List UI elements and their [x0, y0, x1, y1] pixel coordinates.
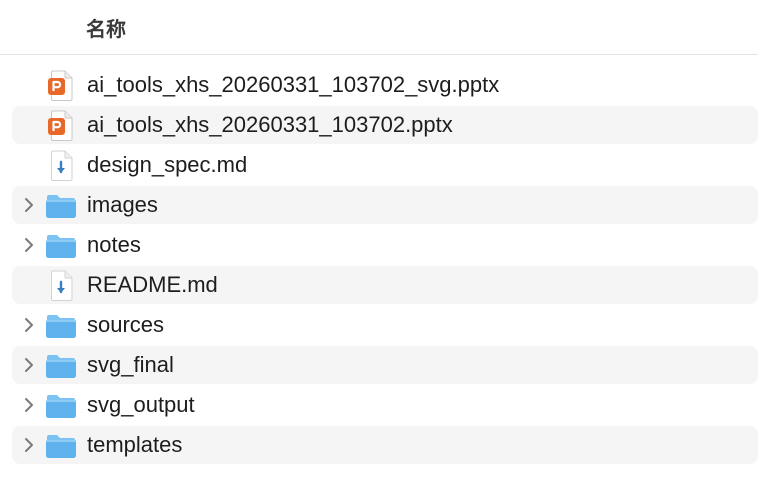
disclosure-chevron-icon[interactable] [22, 197, 36, 213]
disclosure-chevron-icon[interactable] [22, 317, 36, 333]
folder-icon [44, 389, 78, 421]
folder-row[interactable]: images [0, 185, 758, 225]
file-name: design_spec.md [87, 152, 248, 177]
file-row[interactable]: ai_tools_xhs_20260331_103702.pptx [0, 105, 758, 145]
column-header: 名称 [0, 0, 758, 55]
folder-row[interactable]: notes [0, 225, 758, 265]
disclosure-chevron-icon[interactable] [22, 397, 36, 413]
folder-icon [44, 429, 78, 461]
folder-row[interactable]: svg_final [0, 345, 758, 385]
folder-name: images [87, 192, 158, 217]
disclosure-chevron-icon[interactable] [22, 437, 36, 453]
file-row[interactable]: ai_tools_xhs_20260331_103702_svg.pptx [0, 65, 758, 105]
folder-icon [44, 309, 78, 341]
folder-row[interactable]: sources [0, 305, 758, 345]
disclosure-chevron-icon[interactable] [22, 357, 36, 373]
folder-icon [44, 349, 78, 381]
folder-name: svg_output [87, 392, 195, 417]
folder-name: templates [87, 432, 183, 457]
pptx-file-icon [44, 69, 78, 101]
folder-name: sources [87, 312, 165, 337]
folder-icon [44, 229, 78, 261]
name-column-header[interactable]: 名称 [86, 13, 126, 42]
markdown-file-icon [44, 149, 78, 181]
folder-row[interactable]: svg_output [0, 385, 758, 425]
folder-row[interactable]: templates [0, 425, 758, 465]
folder-name: svg_final [87, 352, 174, 377]
file-name: ai_tools_xhs_20260331_103702_svg.pptx [87, 72, 500, 97]
file-name: README.md [87, 272, 218, 297]
file-row[interactable]: README.md [0, 265, 758, 305]
file-list: ai_tools_xhs_20260331_103702_svg.pptx ai… [0, 65, 758, 465]
file-row[interactable]: design_spec.md [0, 145, 758, 185]
disclosure-chevron-icon[interactable] [22, 237, 36, 253]
folder-icon [44, 189, 78, 221]
file-name: ai_tools_xhs_20260331_103702.pptx [87, 112, 453, 137]
folder-name: notes [87, 232, 141, 257]
markdown-file-icon [44, 269, 78, 301]
pptx-file-icon [44, 109, 78, 141]
